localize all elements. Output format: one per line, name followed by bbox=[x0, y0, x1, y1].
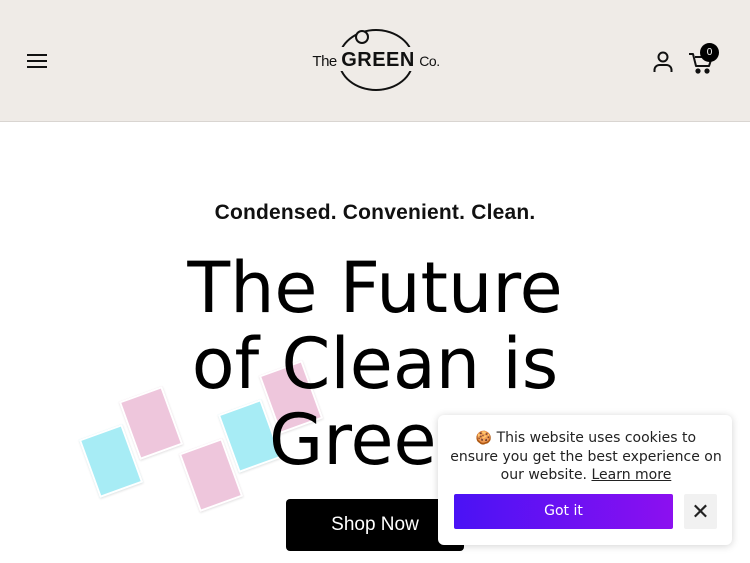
logo-co: Co. bbox=[419, 53, 440, 69]
menu-icon[interactable] bbox=[27, 52, 48, 70]
cart-count-badge: 0 bbox=[700, 43, 719, 62]
user-icon[interactable] bbox=[651, 49, 675, 73]
logo-ring bbox=[355, 30, 369, 44]
logo-green: GREEN bbox=[341, 49, 415, 71]
cookie-emoji: 🍪 bbox=[475, 431, 493, 446]
hero-tagline: Condensed. Convenient. Clean. bbox=[214, 201, 536, 224]
accept-cookies-button[interactable]: Got it bbox=[454, 494, 673, 529]
learn-more-link[interactable]: Learn more bbox=[591, 467, 671, 483]
headline-line-1: The Future bbox=[187, 247, 563, 329]
cookie-banner: 🍪 This website uses cookies to ensure yo… bbox=[438, 415, 732, 545]
logo-the: The bbox=[312, 53, 337, 70]
headline-line-2: of Clean is bbox=[191, 323, 559, 405]
logo-text: The GREEN Co. bbox=[310, 49, 442, 72]
cookie-message: 🍪 This website uses cookies to ensure yo… bbox=[450, 429, 722, 484]
brand-logo[interactable]: The GREEN Co. bbox=[310, 27, 442, 95]
close-icon[interactable]: ✕ bbox=[684, 494, 717, 529]
site-header: The GREEN Co. 0 bbox=[0, 0, 750, 122]
